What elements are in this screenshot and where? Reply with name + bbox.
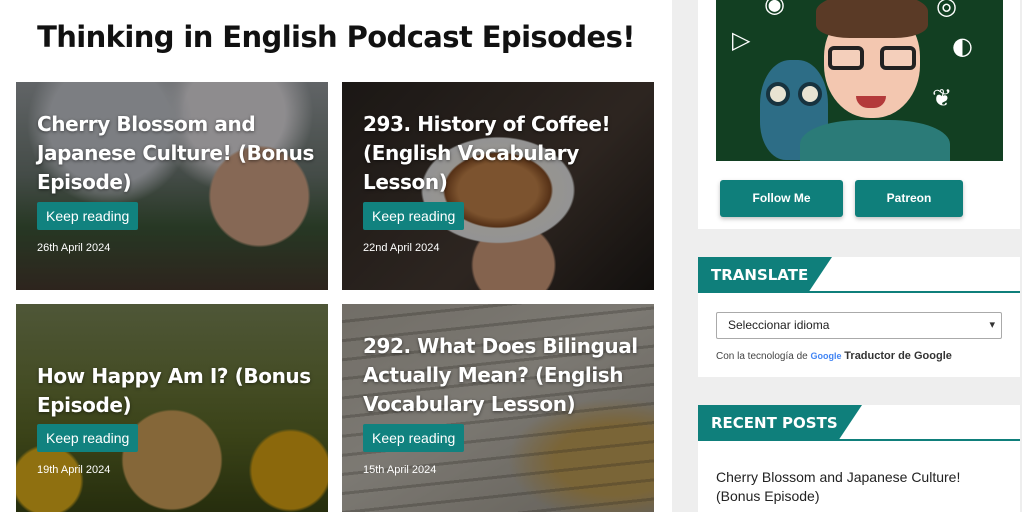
language-select-value: Seleccionar idioma (728, 318, 830, 332)
follow-me-button[interactable]: Follow Me (720, 180, 843, 217)
post-title[interactable]: Cherry Blossom and Japanese Culture! (Bo… (37, 110, 314, 197)
post-card[interactable]: 293. History of Coffee! (English Vocabul… (342, 82, 654, 290)
page-title: Thinking in English Podcast Episodes! (37, 20, 635, 54)
post-title[interactable]: 293. History of Coffee! (English Vocabul… (363, 110, 640, 197)
sidebar: ◉ ▷ ◎ ◐ ❦ Follow Me Patreon TRANSLATE Se… (672, 0, 1022, 512)
translate-widget: TRANSLATE Seleccionar idioma ▾ Con la te… (698, 257, 1020, 377)
main-content: Thinking in English Podcast Episodes! Ch… (0, 0, 672, 512)
avatar: ◉ ▷ ◎ ◐ ❦ (716, 0, 1003, 161)
keep-reading-button[interactable]: Keep reading (37, 424, 139, 452)
post-date: 15th April 2024 (363, 464, 437, 476)
patreon-icon[interactable]: ◐ (952, 32, 973, 60)
post-card[interactable]: 292. What Does Bilingual Actually Mean? … (342, 304, 654, 512)
post-card[interactable]: How Happy Am I? (Bonus Episode) Keep rea… (16, 304, 328, 512)
translate-heading: TRANSLATE (698, 257, 832, 293)
chevron-down-icon: ▾ (989, 319, 995, 331)
play-icon[interactable]: ▷ (732, 26, 750, 54)
keep-reading-button[interactable]: Keep reading (363, 202, 465, 230)
twitter-icon[interactable]: ❦ (932, 84, 952, 112)
post-card[interactable]: Cherry Blossom and Japanese Culture! (Bo… (16, 82, 328, 290)
recent-post-link[interactable]: Cherry Blossom and Japanese Culture! (Bo… (716, 468, 986, 506)
post-date: 26th April 2024 (37, 242, 111, 254)
patreon-button[interactable]: Patreon (855, 180, 963, 217)
keep-reading-button[interactable]: Keep reading (363, 424, 465, 452)
post-date: 19th April 2024 (37, 464, 111, 476)
google-logo[interactable]: Google (811, 351, 842, 361)
post-date: 22nd April 2024 (363, 242, 440, 254)
recent-posts-widget: RECENT POSTS Cherry Blossom and Japanese… (698, 405, 1020, 512)
profile-widget: ◉ ▷ ◎ ◐ ❦ Follow Me Patreon (698, 0, 1020, 229)
recent-posts-heading: RECENT POSTS (698, 405, 862, 441)
spotify-icon[interactable]: ◉ (764, 0, 785, 18)
post-title[interactable]: 292. What Does Bilingual Actually Mean? … (363, 332, 640, 419)
language-select[interactable]: Seleccionar idioma ▾ (716, 312, 1002, 339)
instagram-icon[interactable]: ◎ (936, 0, 957, 20)
post-title[interactable]: How Happy Am I? (Bonus Episode) (37, 362, 314, 420)
widget-heading: RECENT POSTS (698, 405, 1020, 441)
keep-reading-button[interactable]: Keep reading (37, 202, 139, 230)
widget-heading: TRANSLATE (698, 257, 1020, 293)
google-translate-credit: Con la tecnología de Google Traductor de… (716, 350, 952, 362)
